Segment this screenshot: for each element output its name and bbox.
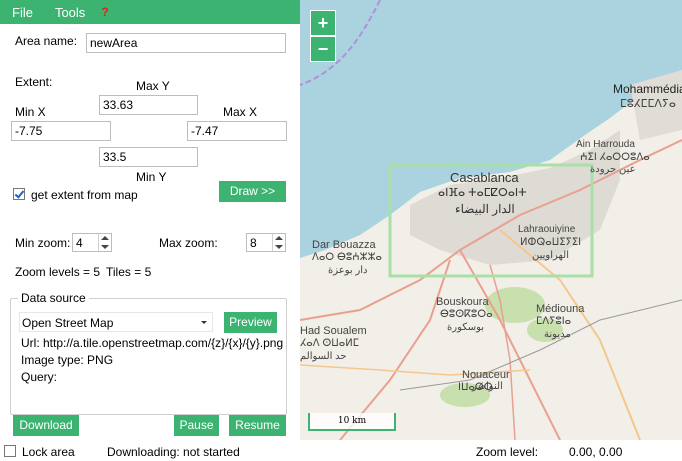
area-name-label: Area name:: [15, 34, 78, 48]
map-label: بوسكورة: [447, 322, 485, 333]
map-label: ⵄⵉⵏ ⵃⴰⵔⵔⵓⴷⴰ: [580, 152, 650, 163]
tiles-text: Tiles = 5: [106, 265, 152, 279]
map-label: ⴰⵏⴼⴰ ⵜⴰⵎⵇⵔⴰⵏⵜ: [438, 187, 527, 199]
lock-area-checkbox[interactable]: [4, 445, 16, 457]
zoom-level-label: Zoom level:: [476, 445, 539, 459]
map-label: ⵎⴷⵢⵓⵏⴰ: [536, 316, 572, 327]
map-label: Mohammédia: [613, 82, 682, 96]
max-y-label: Max Y: [136, 79, 170, 93]
download-button[interactable]: Download: [13, 415, 79, 436]
settings-panel: Area name: Extent: Max Y Min X Max X Min…: [0, 24, 300, 440]
pause-button[interactable]: Pause: [174, 415, 219, 436]
url-text: Url: http://a.tile.openstreetmap.com/{z}…: [21, 336, 284, 350]
area-name-input[interactable]: [86, 33, 286, 53]
query-text: Query:: [21, 370, 58, 384]
spin-down-icon[interactable]: [101, 245, 109, 249]
data-source-selected: Open Street Map: [22, 316, 114, 330]
max-zoom-value: 8: [250, 236, 257, 250]
data-source-select[interactable]: Open Street Map: [19, 312, 213, 332]
menu-help[interactable]: ?: [101, 5, 108, 19]
coords-text: 0.00, 0.00: [569, 445, 623, 459]
map-label: ⴷⴰⵔ ⴱⵓⵄⵣⵣⴰ: [312, 252, 382, 263]
resume-button[interactable]: Resume: [229, 415, 286, 436]
zoom-in-button[interactable]: +: [310, 10, 336, 36]
max-y-input[interactable]: [99, 95, 198, 115]
map-view[interactable]: Mohammédia ⵎⵓⵃⵎⵎⴷⵢⴰ Ain Harrouda ⵄⵉⵏ ⵃⴰⵔ…: [300, 0, 682, 440]
min-zoom-value: 4: [76, 236, 83, 250]
map-zoom-control: + −: [310, 10, 337, 64]
min-y-label: Min Y: [136, 170, 167, 184]
extent-label: Extent:: [15, 75, 53, 89]
max-zoom-stepper[interactable]: 8: [246, 233, 286, 252]
map-label: Dar Bouazza: [312, 239, 376, 251]
status-bar: Lock area Downloading: not started Zoom …: [0, 440, 682, 461]
draw-button[interactable]: Draw >>: [219, 181, 286, 202]
min-zoom-stepper[interactable]: 4: [72, 233, 112, 252]
map-label: دار بوعزة: [328, 265, 368, 276]
zoom-levels-text: Zoom levels = 5: [15, 265, 101, 279]
map-label: Had Soualem: [300, 325, 367, 337]
map-label: ⵃⴰⴷ ⵙⵡⴰⵍⵎ: [300, 338, 359, 349]
chevron-down-icon: [201, 321, 207, 324]
map-label: Médiouna: [536, 303, 585, 315]
spin-up-icon[interactable]: [101, 236, 109, 240]
map-label: Lahraouiyine: [518, 224, 576, 235]
spin-up-icon[interactable]: [275, 236, 283, 240]
min-y-input[interactable]: [99, 147, 198, 167]
max-x-label: Max X: [223, 105, 258, 119]
data-source-legend: Data source: [18, 291, 89, 305]
spin-down-icon[interactable]: [275, 245, 283, 249]
max-x-input[interactable]: [187, 121, 287, 141]
map-scale-bar: 10 km: [308, 413, 396, 431]
min-x-label: Min X: [15, 105, 46, 119]
map-label: Ain Harrouda: [576, 139, 635, 150]
zoom-out-button[interactable]: −: [310, 36, 336, 62]
max-zoom-label: Max zoom:: [159, 236, 218, 250]
get-extent-label: get extent from map: [31, 188, 138, 202]
get-extent-checkbox[interactable]: [13, 188, 25, 200]
downloading-status: Downloading: not started: [107, 445, 240, 459]
map-label: ⵎⵓⵃⵎⵎⴷⵢⴰ: [620, 98, 676, 110]
map-label: Casablanca: [450, 170, 519, 185]
map-label: Bouskoura: [436, 296, 489, 308]
map-label: مديونة: [544, 329, 571, 340]
menu-tools[interactable]: Tools: [55, 5, 85, 20]
min-x-input[interactable]: [11, 121, 111, 141]
preview-button[interactable]: Preview: [224, 312, 277, 333]
map-label: النواصر: [472, 381, 503, 392]
map-label: حد السوالم: [300, 351, 347, 362]
menu-bar: File Tools ?: [0, 0, 300, 24]
map-label: ⴱⵓⵙⴽⵓⵔⴰ: [440, 309, 493, 320]
menu-file[interactable]: File: [12, 5, 33, 20]
image-type-text: Image type: PNG: [21, 353, 114, 367]
map-label: الهراويين: [532, 250, 569, 261]
map-label: Nouaceur: [462, 369, 510, 381]
map-label: ⵍⵀⵕⴰⵡⵉⵢⵉⵏ: [520, 237, 582, 248]
map-label: الدار البيضاء: [455, 202, 515, 216]
lock-area-label: Lock area: [22, 445, 75, 459]
min-zoom-label: Min zoom:: [15, 236, 71, 250]
map-label: عين حرودة: [590, 164, 636, 175]
